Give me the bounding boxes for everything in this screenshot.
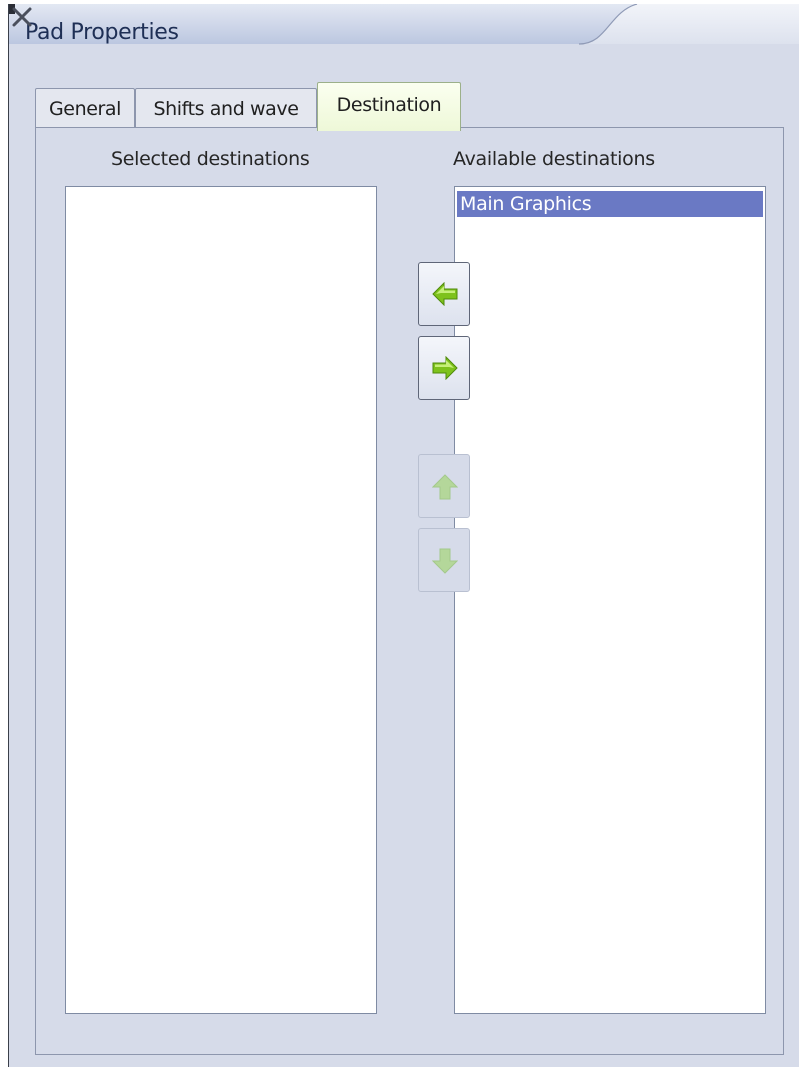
destination-panel: Selected destinations Available destinat… <box>35 127 784 1055</box>
arrow-right-icon <box>432 356 458 380</box>
move-up-button[interactable] <box>418 454 470 518</box>
selected-destinations-label: Selected destinations <box>111 148 310 170</box>
title-bar[interactable]: Pad Properties <box>9 4 799 68</box>
add-destination-button[interactable] <box>418 262 470 326</box>
arrow-left-icon <box>432 282 458 306</box>
arrow-up-icon <box>432 474 458 500</box>
arrow-down-icon <box>432 548 458 574</box>
tab-shifts-and-wave[interactable]: Shifts and wave <box>135 88 317 129</box>
list-item-main-graphics[interactable]: Main Graphics <box>457 191 763 217</box>
window-title: Pad Properties <box>25 20 179 45</box>
available-destinations-list[interactable]: Main Graphics <box>454 186 766 1014</box>
tab-general[interactable]: General <box>35 88 135 129</box>
tab-destination[interactable]: Destination <box>317 82 461 131</box>
remove-destination-button[interactable] <box>418 336 470 400</box>
move-down-button[interactable] <box>418 528 470 592</box>
available-destinations-label: Available destinations <box>453 148 655 170</box>
pad-properties-dialog: Pad Properties General Shifts and wave D… <box>8 4 799 1067</box>
selected-destinations-list[interactable] <box>65 186 377 1014</box>
close-icon[interactable] <box>9 4 35 30</box>
